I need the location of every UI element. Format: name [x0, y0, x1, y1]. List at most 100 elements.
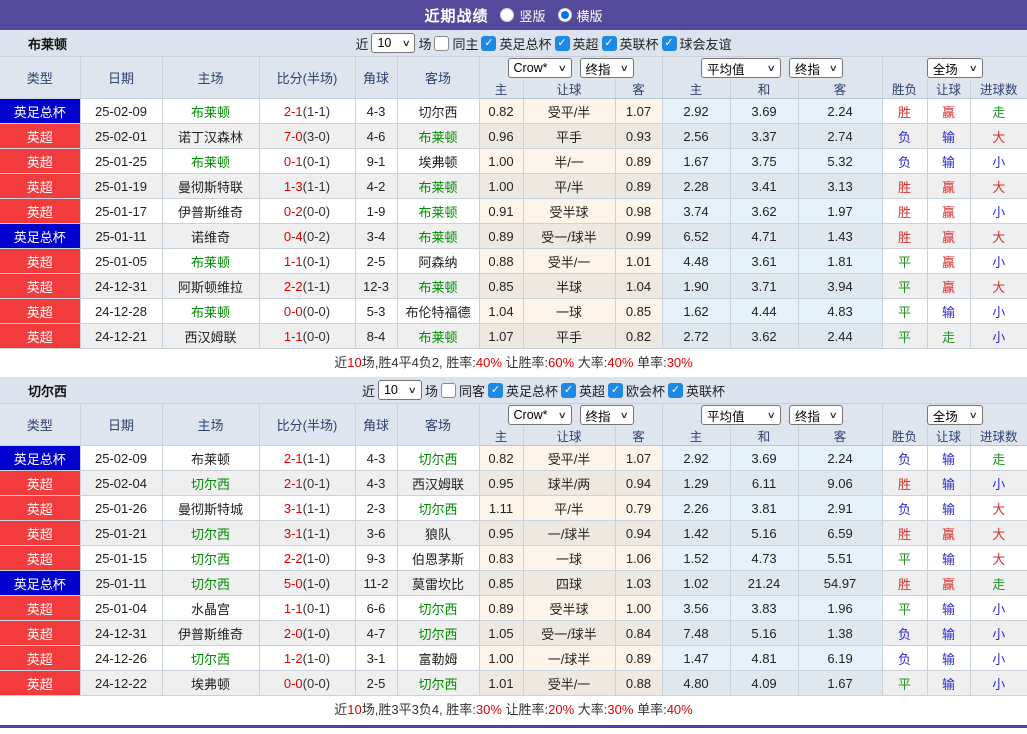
goals-result: 小 — [970, 148, 1027, 174]
final-index-select[interactable]: 终指 ∨ — [579, 58, 634, 78]
home-team[interactable]: 曼彻斯特城 — [162, 495, 260, 521]
home-odds: 0.83 — [479, 545, 524, 571]
league-checkbox[interactable]: ✓ — [554, 35, 570, 51]
fulltime-score: 1-3 — [283, 178, 303, 194]
layout-radio-vertical[interactable]: 竖版 — [500, 6, 546, 25]
away-odds: 1.04 — [615, 273, 663, 299]
home-team[interactable]: 布莱顿 — [162, 445, 260, 471]
home-team[interactable]: 切尔西 — [162, 570, 260, 596]
halftime-score: (1-1) — [302, 525, 331, 541]
league-checkbox[interactable]: ✓ — [668, 382, 684, 398]
match-row: 英超 25-01-05 布莱顿 1-1(0-1) 2-5 阿森纳 0.88 受半/一 1.01 4… — [0, 248, 1027, 274]
column-subheader: 让球 — [523, 79, 616, 99]
away-team[interactable]: 布伦特福德 — [397, 298, 480, 324]
odds-source-select[interactable]: Crow* ∨ — [507, 58, 572, 78]
away-team[interactable]: 切尔西 — [397, 670, 480, 696]
home-team[interactable]: 切尔西 — [162, 470, 260, 496]
halftime-score: (1-0) — [302, 550, 331, 566]
final-index-select-2[interactable]: 终指 ∨ — [789, 405, 844, 425]
match-row: 英足总杯 25-02-09 布莱顿 2-1(1-1) 4-3 切尔西 0.82 受平/半 1.0… — [0, 445, 1027, 471]
score-cell: 0-0(0-0) — [259, 670, 356, 696]
league-checkbox[interactable]: ✓ — [608, 382, 624, 398]
home-team[interactable]: 切尔西 — [162, 545, 260, 571]
average-value-select[interactable]: 平均值 ∨ — [701, 58, 782, 78]
handicap-result: 赢 — [927, 570, 971, 596]
home-team[interactable]: 曼彻斯特联 — [162, 173, 260, 199]
away-team[interactable]: 莫雷坎比 — [397, 570, 480, 596]
away-team[interactable]: 布莱顿 — [397, 223, 480, 249]
summary-part: 让胜率: — [501, 355, 549, 370]
league-checkbox[interactable]: ✓ — [487, 382, 503, 398]
avg-away-odds: 2.24 — [798, 445, 883, 471]
league-checkbox[interactable]: ✓ — [661, 35, 677, 51]
away-team[interactable]: 狼队 — [397, 520, 480, 546]
away-team[interactable]: 阿森纳 — [397, 248, 480, 274]
final-index-select[interactable]: 终指 ∨ — [579, 405, 634, 425]
away-team[interactable]: 埃弗顿 — [397, 148, 480, 174]
same-venue-checkbox[interactable] — [440, 382, 456, 398]
avg-home-odds: 2.28 — [662, 173, 731, 199]
final-index-select-2[interactable]: 终指 ∨ — [789, 58, 844, 78]
full-match-select[interactable]: 全场 ∨ — [926, 405, 983, 425]
home-team[interactable]: 埃弗顿 — [162, 670, 260, 696]
handicap-line: 受一/球半 — [523, 223, 616, 249]
away-team[interactable]: 切尔西 — [397, 445, 480, 471]
chevron-down-icon: ∨ — [968, 409, 979, 420]
avg-away-odds: 2.44 — [798, 323, 883, 349]
average-value-select[interactable]: 平均值 ∨ — [701, 405, 782, 425]
home-team[interactable]: 切尔西 — [162, 645, 260, 671]
away-team[interactable]: 富勒姆 — [397, 645, 480, 671]
home-team[interactable]: 布莱顿 — [162, 298, 260, 324]
average-value-select-value: 平均值 — [707, 62, 745, 77]
full-match-select[interactable]: 全场 ∨ — [926, 58, 983, 78]
league-checkbox[interactable]: ✓ — [481, 35, 497, 51]
home-team[interactable]: 布莱顿 — [162, 98, 260, 124]
column-header: 类型 — [0, 404, 81, 446]
home-team[interactable]: 伊普斯维奇 — [162, 198, 260, 224]
home-team[interactable]: 布莱顿 — [162, 248, 260, 274]
home-team[interactable]: 伊普斯维奇 — [162, 620, 260, 646]
away-team[interactable]: 切尔西 — [397, 595, 480, 621]
home-team[interactable]: 西汉姆联 — [162, 323, 260, 349]
away-team[interactable]: 布莱顿 — [397, 273, 480, 299]
win-loss-result: 胜 — [882, 570, 928, 596]
handicap-result: 输 — [927, 545, 971, 571]
avg-away-odds: 6.19 — [798, 645, 883, 671]
odds-source-select[interactable]: Crow* ∨ — [507, 405, 572, 425]
away-team[interactable]: 西汉姆联 — [397, 470, 480, 496]
home-team[interactable]: 切尔西 — [162, 520, 260, 546]
radio-icon[interactable] — [557, 8, 572, 22]
away-team[interactable]: 布莱顿 — [397, 173, 480, 199]
halftime-score: (1-1) — [302, 450, 331, 466]
home-team[interactable]: 阿斯顿维拉 — [162, 273, 260, 299]
away-odds: 0.93 — [615, 123, 663, 149]
home-team[interactable]: 诺维奇 — [162, 223, 260, 249]
match-count-select[interactable]: 10 ∨ — [371, 33, 416, 53]
home-odds: 1.07 — [479, 323, 524, 349]
radio-icon[interactable] — [500, 8, 515, 22]
home-team[interactable]: 水晶宫 — [162, 595, 260, 621]
away-team[interactable]: 伯恩茅斯 — [397, 545, 480, 571]
away-team[interactable]: 布莱顿 — [397, 323, 480, 349]
away-team[interactable]: 切尔西 — [397, 495, 480, 521]
halftime-score: (1-0) — [302, 575, 331, 591]
away-team[interactable]: 布莱顿 — [397, 123, 480, 149]
league-checkbox[interactable]: ✓ — [601, 35, 617, 51]
same-venue-checkbox[interactable] — [434, 35, 450, 51]
away-team[interactable]: 切尔西 — [397, 98, 480, 124]
goals-result: 走 — [970, 98, 1027, 124]
away-team[interactable]: 切尔西 — [397, 620, 480, 646]
match-row: 英超 25-01-17 伊普斯维奇 0-2(0-0) 1-9 布莱顿 0.91 受半球 0.98… — [0, 198, 1027, 224]
corner-count: 2-5 — [355, 248, 398, 274]
win-loss-result: 平 — [882, 670, 928, 696]
corner-count: 9-3 — [355, 545, 398, 571]
corner-count: 4-3 — [355, 470, 398, 496]
layout-radio-horizontal[interactable]: 横版 — [557, 6, 603, 25]
match-row: 英超 25-02-04 切尔西 2-1(0-1) 4-3 西汉姆联 0.95 球半/两 0.94… — [0, 470, 1027, 496]
league-checkbox[interactable]: ✓ — [561, 382, 576, 398]
match-count-select[interactable]: 10 ∨ — [377, 380, 422, 400]
home-team[interactable]: 诺丁汉森林 — [162, 123, 260, 149]
home-team[interactable]: 布莱顿 — [162, 148, 260, 174]
away-team[interactable]: 布莱顿 — [397, 198, 480, 224]
avg-away-odds: 1.67 — [798, 670, 883, 696]
